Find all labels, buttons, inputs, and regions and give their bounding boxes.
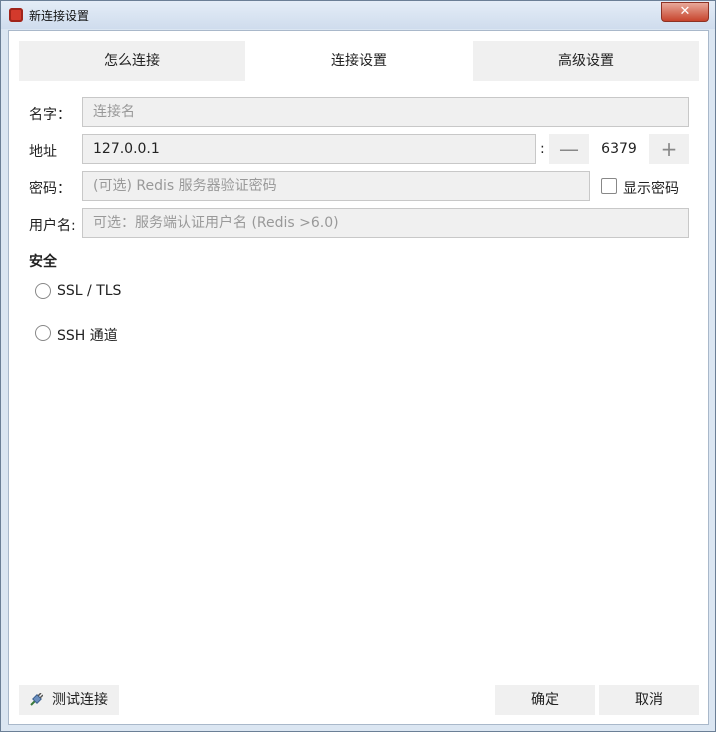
address-input[interactable]: 127.0.0.1 bbox=[82, 134, 536, 164]
ok-button[interactable]: 确定 bbox=[495, 685, 595, 715]
tab-connection-settings[interactable]: 连接设置 bbox=[245, 41, 473, 81]
tab-bar: 怎么连接 连接设置 高级设置 bbox=[19, 41, 699, 81]
tab-advanced-settings[interactable]: 高级设置 bbox=[473, 41, 699, 81]
password-input[interactable]: (可选) Redis 服务器验证密码 bbox=[82, 171, 590, 201]
ssh-tunnel-label[interactable]: SSH 通道 bbox=[57, 325, 118, 345]
dialog-window: 新连接设置 ✕ 怎么连接 连接设置 高级设置 名字： 连接名 地址 127.0.… bbox=[0, 0, 716, 732]
tab-how-to-connect[interactable]: 怎么连接 bbox=[19, 41, 245, 81]
cancel-button[interactable]: 取消 bbox=[599, 685, 699, 715]
username-input[interactable]: 可选：服务端认证用户名 (Redis >6.0) bbox=[82, 208, 689, 238]
port-input[interactable]: 6379 bbox=[589, 134, 649, 164]
show-password-checkbox[interactable] bbox=[601, 178, 617, 194]
name-label: 名字： bbox=[29, 107, 71, 123]
security-section-title: 安全 bbox=[29, 254, 57, 270]
redis-logo-icon bbox=[9, 8, 23, 22]
port-separator: : bbox=[540, 141, 545, 157]
username-label: 用户名: bbox=[29, 218, 76, 234]
title-bar[interactable]: 新连接设置 ✕ bbox=[1, 1, 715, 29]
ssl-tls-label[interactable]: SSL / TLS bbox=[57, 283, 121, 299]
close-button[interactable]: ✕ bbox=[661, 2, 709, 22]
password-label: 密码： bbox=[29, 181, 71, 197]
ssh-tunnel-radio[interactable] bbox=[35, 325, 51, 341]
address-label: 地址 bbox=[29, 144, 57, 160]
port-increment-button[interactable]: + bbox=[649, 134, 689, 164]
test-connection-button[interactable]: 测试连接 bbox=[19, 685, 119, 715]
name-input[interactable]: 连接名 bbox=[82, 97, 689, 127]
show-password-label[interactable]: 显示密码 bbox=[623, 178, 679, 198]
test-connection-label: 测试连接 bbox=[52, 692, 108, 708]
window-title: 新连接设置 bbox=[29, 9, 90, 23]
port-decrement-button[interactable]: — bbox=[549, 134, 589, 164]
ssl-tls-radio[interactable] bbox=[35, 283, 51, 299]
plug-icon bbox=[30, 693, 43, 706]
dialog-body: 怎么连接 连接设置 高级设置 名字： 连接名 地址 127.0.0.1 : — … bbox=[8, 30, 709, 725]
